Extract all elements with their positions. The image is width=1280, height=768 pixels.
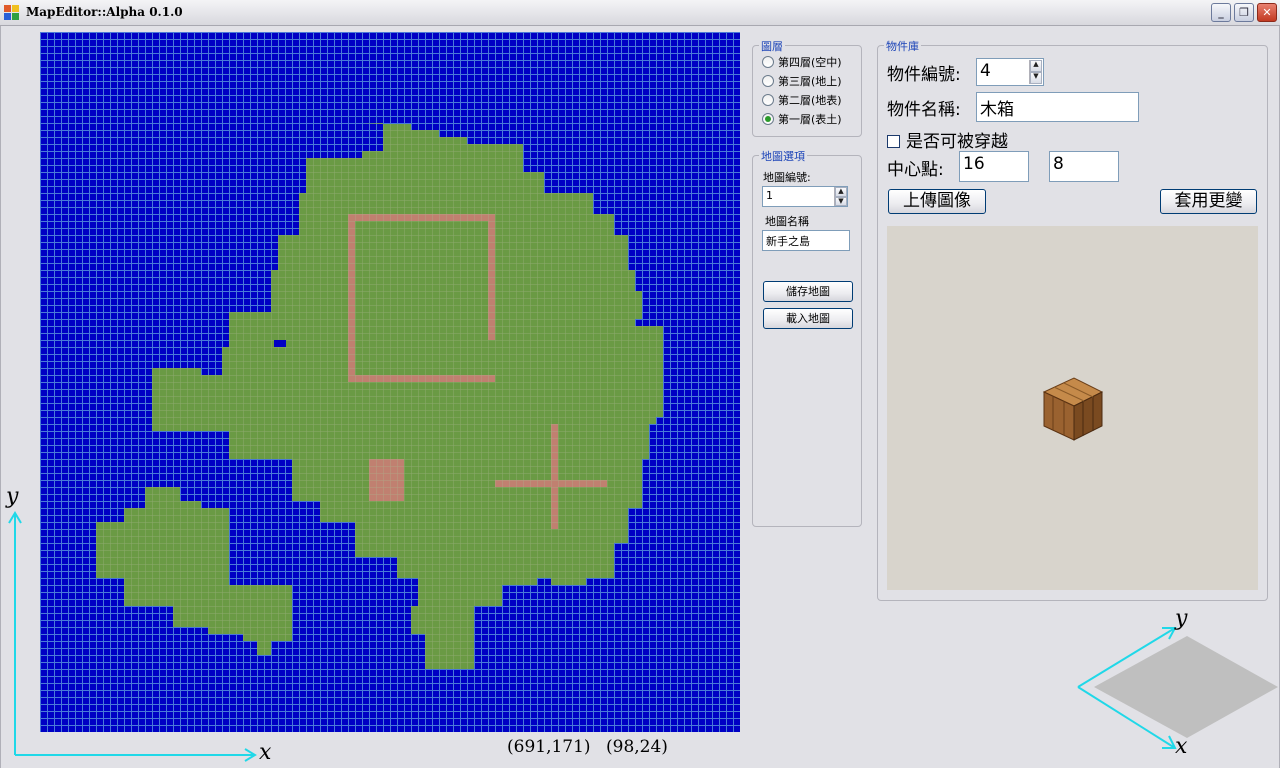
dirt-path: [495, 480, 607, 487]
layer-label: 第四層(空中): [778, 56, 842, 69]
arrow-up-icon[interactable]: ▲: [835, 187, 847, 197]
map-name-label: 地圖名稱: [765, 215, 809, 228]
center-point-label: 中心點:: [887, 160, 944, 180]
minimize-button[interactable]: _: [1211, 3, 1231, 22]
layer-radio-3[interactable]: 第三層(地上): [762, 75, 842, 91]
passable-label: 是否可被穿越: [906, 132, 1008, 152]
restore-button[interactable]: ❐: [1234, 3, 1254, 22]
iso-x-axis-label: x: [1175, 734, 1188, 759]
layer-label: 第二層(地表): [778, 94, 842, 107]
map-options-title: 地圖選項: [759, 148, 807, 164]
layer-label: 第一層(表土): [778, 113, 842, 126]
passable-checkbox[interactable]: 是否可被穿越: [887, 127, 1008, 152]
map-options-group: 地圖選項: [752, 148, 862, 527]
dirt-block: [369, 459, 404, 501]
map-id-spinner[interactable]: ▲ ▼: [834, 187, 847, 206]
axis-indicator: [8, 511, 257, 762]
object-name-field[interactable]: 木箱: [976, 92, 1139, 122]
x-axis-label: x: [259, 740, 272, 765]
map-name-field[interactable]: 新手之島: [762, 230, 850, 251]
checkbox-icon[interactable]: [887, 135, 900, 148]
object-name-label: 物件名稱:: [887, 100, 961, 120]
map-id-label: 地圖編號:: [763, 171, 811, 184]
close-button[interactable]: ✕: [1257, 3, 1277, 22]
load-map-button[interactable]: 載入地圖: [763, 308, 853, 329]
object-id-label: 物件編號:: [887, 65, 961, 85]
iso-y-axis-label: y: [1175, 606, 1188, 631]
y-axis-label: y: [6, 484, 19, 509]
dirt-path: [551, 424, 558, 529]
arrow-up-icon[interactable]: ▲: [1030, 60, 1042, 72]
water-hole: [274, 340, 286, 347]
radio-icon: [762, 56, 774, 68]
layers-group: 圖層 第四層(空中) 第三層(地上) 第二層(地表) 第一層(表土): [752, 38, 862, 137]
center-x-field[interactable]: 16: [959, 151, 1029, 182]
wooden-crate-icon: [1042, 377, 1104, 441]
radio-icon: [762, 113, 774, 125]
object-library-title: 物件庫: [884, 38, 921, 54]
radio-icon: [762, 94, 774, 106]
layer-label: 第三層(地上): [778, 75, 842, 88]
object-preview: [887, 226, 1258, 590]
dirt-path: [348, 214, 355, 382]
apply-changes-button[interactable]: 套用更變: [1160, 189, 1257, 214]
layer-radio-4[interactable]: 第四層(空中): [762, 56, 842, 72]
map-editor-icon: [4, 5, 20, 21]
window-title: MapEditor::Alpha 0.1.0: [26, 5, 183, 19]
layer-radio-1[interactable]: 第一層(表土): [762, 113, 842, 129]
dirt-path: [348, 214, 495, 221]
save-map-button[interactable]: 儲存地圖: [763, 281, 853, 302]
tile-coordinate: (98,24): [606, 737, 668, 757]
dirt-path: [348, 375, 495, 382]
layers-group-title: 圖層: [759, 38, 785, 54]
dirt-path: [488, 214, 495, 340]
pixel-coordinate: (691,171): [507, 737, 591, 757]
upload-image-button[interactable]: 上傳圖像: [888, 189, 986, 214]
layer-radio-2[interactable]: 第二層(地表): [762, 94, 842, 110]
object-id-spinner[interactable]: ▲ ▼: [1029, 60, 1042, 84]
radio-icon: [762, 75, 774, 87]
arrow-down-icon[interactable]: ▼: [1030, 72, 1042, 84]
arrow-down-icon[interactable]: ▼: [835, 196, 847, 206]
center-y-field[interactable]: 8: [1049, 151, 1119, 182]
title-bar: MapEditor::Alpha 0.1.0 _ ❐ ✕: [0, 0, 1280, 26]
